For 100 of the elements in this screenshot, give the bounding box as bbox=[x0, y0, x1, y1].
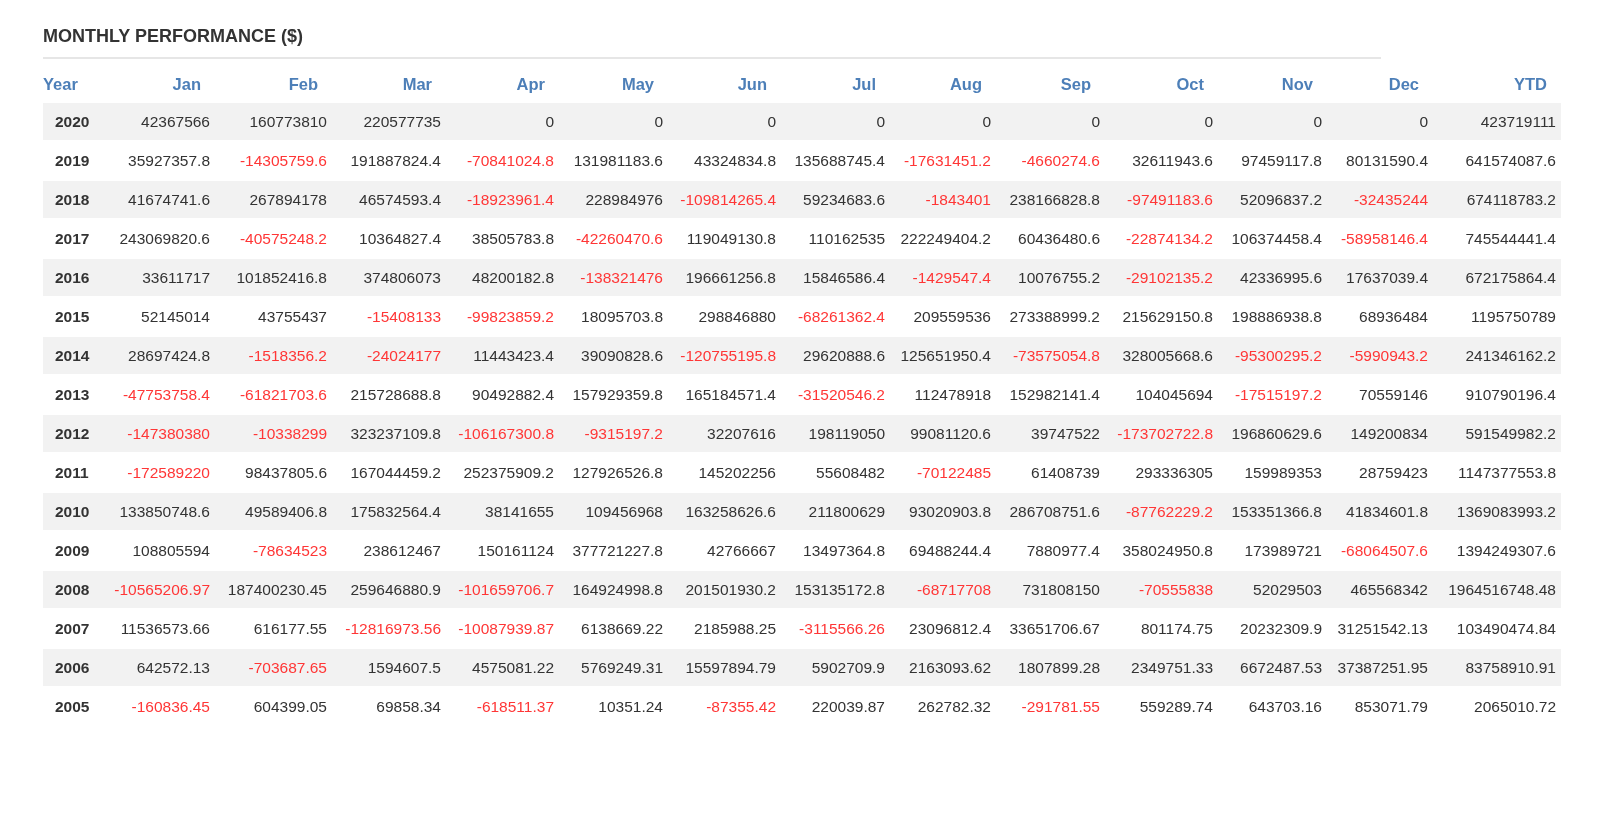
column-header: Jul bbox=[851, 73, 877, 95]
table-cell-text: 238612467 bbox=[362, 540, 442, 561]
table-cell: 28697424.8 bbox=[100, 336, 215, 375]
table-cell: -10338299 bbox=[215, 414, 332, 453]
table-cell-text: -58958146.4 bbox=[1339, 228, 1429, 249]
table-cell-text: 110162535 bbox=[807, 228, 886, 249]
table-cell: 15846586.4 bbox=[781, 258, 890, 297]
table-cell-text: 377721227.8 bbox=[571, 540, 664, 561]
table-cell-text: 191887824.4 bbox=[349, 150, 442, 171]
table-cell: 211800629 bbox=[781, 492, 890, 531]
table-cell-text: 11536573.66 bbox=[119, 618, 211, 639]
table-cell-text: 68936484 bbox=[1358, 306, 1429, 327]
table-cell-text: 262782.32 bbox=[916, 696, 992, 717]
table-cell: -703687.65 bbox=[215, 648, 332, 687]
table-cell-text: 112478918 bbox=[913, 384, 992, 405]
table-cell-text: 643703.16 bbox=[1247, 696, 1323, 717]
table-cell-text: 298846880 bbox=[697, 306, 777, 327]
table-cell: 153351366.8 bbox=[1218, 492, 1327, 531]
table-cell: 52029503 bbox=[1218, 570, 1327, 609]
table-cell-text: 55608482 bbox=[815, 462, 886, 483]
column-header: Feb bbox=[287, 73, 319, 95]
table-cell: 672175864.4 bbox=[1433, 258, 1561, 297]
table-cell: 15597894.79 bbox=[668, 648, 781, 687]
table-cell-text: 853071.79 bbox=[1353, 696, 1429, 717]
table-cell: 0 bbox=[1327, 102, 1433, 141]
table-cell-text: 119049130.8 bbox=[685, 228, 777, 249]
table-cell-text: 20232309.9 bbox=[1239, 618, 1323, 639]
table-cell: 228984976 bbox=[559, 180, 668, 219]
table-cell-text: -12816973.56 bbox=[344, 618, 442, 639]
table-cell: 2349751.33 bbox=[1105, 648, 1218, 687]
column-header: Aug bbox=[948, 73, 983, 95]
table-cell-text: 222249404.2 bbox=[899, 228, 992, 249]
table-cell-text: 604399.05 bbox=[252, 696, 328, 717]
table-cell: 259646880.9 bbox=[332, 570, 446, 609]
row-header: 2007 bbox=[54, 618, 91, 639]
table-cell-text: 43755437 bbox=[257, 306, 328, 327]
table-cell: 149200834 bbox=[1327, 414, 1433, 453]
table-cell: 59234683.6 bbox=[781, 180, 890, 219]
table-cell: 0 bbox=[446, 102, 559, 141]
table-cell-text: 61408739 bbox=[1030, 462, 1101, 483]
table-cell: 164924998.8 bbox=[559, 570, 668, 609]
table-cell: 10076755.2 bbox=[996, 258, 1105, 297]
table-cell: -5990943.2 bbox=[1327, 336, 1433, 375]
table-cell-text: 209559536 bbox=[912, 306, 992, 327]
table-cell-text: 32611943.6 bbox=[1131, 150, 1214, 171]
table-cell-text: 215629150.8 bbox=[1121, 306, 1214, 327]
table-cell-text: 6138669.22 bbox=[580, 618, 664, 639]
table-cell-text: 98437805.6 bbox=[244, 462, 328, 483]
table-cell-text: 10351.24 bbox=[597, 696, 664, 717]
table-cell: 591549982.2 bbox=[1433, 414, 1561, 453]
table-cell-text: 69858.34 bbox=[375, 696, 442, 717]
table-cell: -24024177 bbox=[332, 336, 446, 375]
table-cell-text: -78634523 bbox=[251, 540, 328, 561]
table-cell: 374806073 bbox=[332, 258, 446, 297]
table-cell-text: 559289.74 bbox=[1138, 696, 1214, 717]
column-header: Apr bbox=[515, 73, 546, 95]
table-cell: 0 bbox=[781, 102, 890, 141]
column-header: Jun bbox=[736, 73, 768, 95]
row-header: 2015 bbox=[54, 306, 91, 327]
table-cell-text: -3115566.26 bbox=[798, 618, 886, 639]
table-cell-text: 152982141.4 bbox=[1008, 384, 1101, 405]
column-header: May bbox=[620, 73, 655, 95]
table-cell: -1429547.4 bbox=[890, 258, 996, 297]
table-cell-text: 273388999.2 bbox=[1008, 306, 1101, 327]
table-cell: 0 bbox=[668, 102, 781, 141]
table-cell-text: -22874134.2 bbox=[1124, 228, 1214, 249]
table-cell: 5769249.31 bbox=[559, 648, 668, 687]
column-header: Year bbox=[43, 73, 79, 95]
table-cell-text: -47753758.4 bbox=[121, 384, 211, 405]
table-cell-text: 106374458.4 bbox=[1230, 228, 1323, 249]
table-cell: 238166828.8 bbox=[996, 180, 1105, 219]
table-cell-text: 745544441.4 bbox=[1464, 228, 1557, 249]
table-cell: 286708751.6 bbox=[996, 492, 1105, 531]
table-cell-text: 135688745.4 bbox=[793, 150, 886, 171]
table-cell: 731808150 bbox=[996, 570, 1105, 609]
table-cell: -147380380 bbox=[100, 414, 215, 453]
table-cell: 0 bbox=[890, 102, 996, 141]
table-cell-text: 80131590.4 bbox=[1345, 150, 1429, 171]
table-cell: 220577735 bbox=[332, 102, 446, 141]
row-header: 2005 bbox=[54, 696, 91, 717]
table-cell: 41834601.8 bbox=[1327, 492, 1433, 531]
column-header: Dec bbox=[1387, 73, 1420, 95]
table-cell-text: -15408133 bbox=[365, 306, 442, 327]
table-cell: -87762229.2 bbox=[1105, 492, 1218, 531]
table-cell: 196860629.6 bbox=[1218, 414, 1327, 453]
table-cell-text: 145202256 bbox=[697, 462, 777, 483]
table-cell-text: -70841024.8 bbox=[465, 150, 555, 171]
table-cell: 52096837.2 bbox=[1218, 180, 1327, 219]
table-cell-text: 38505783.8 bbox=[471, 228, 555, 249]
table-cell: 6672487.53 bbox=[1218, 648, 1327, 687]
column-header: Sep bbox=[1059, 73, 1092, 95]
table-cell-text: 43324834.8 bbox=[693, 150, 777, 171]
table-cell-text: 33651706.67 bbox=[1008, 618, 1101, 639]
table-cell-text: -10087939.87 bbox=[457, 618, 555, 639]
table-cell-text: 165184571.4 bbox=[684, 384, 777, 405]
table-cell-text: 150161124 bbox=[476, 540, 555, 561]
table-cell-text: 70559146 bbox=[1358, 384, 1429, 405]
table-cell-text: 2185988.25 bbox=[693, 618, 777, 639]
column-header: YTD bbox=[1513, 73, 1548, 95]
table-cell: -95300295.2 bbox=[1218, 336, 1327, 375]
